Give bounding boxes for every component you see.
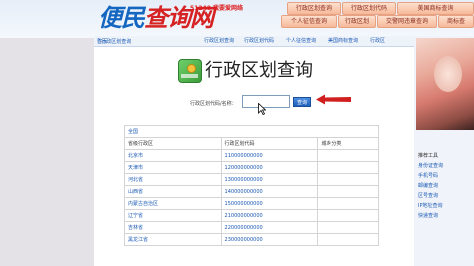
mouse-cursor-icon — [258, 103, 266, 115]
nav-tab-division[interactable]: 行政区划 — [338, 15, 376, 28]
nav-tab-traffic-violation[interactable]: 交警网违章查询 — [377, 15, 437, 28]
division-code-link[interactable]: 140000000000 — [220, 185, 319, 198]
logo-prefix: 便民 — [98, 3, 145, 32]
nav-tab-credit-query[interactable]: 个人征信查询 — [281, 15, 337, 28]
rural-type — [317, 173, 379, 186]
quick-link-credit-query[interactable]: 个人征信查询 — [286, 37, 316, 44]
province-link[interactable]: 河北省 — [124, 173, 222, 186]
rural-type — [317, 185, 379, 198]
top-nav: 行政区划查询 行政区划代码 美国商标查询 个人征信查询 行政区划 交警网违章查询… — [278, 0, 474, 38]
sidebar-link[interactable]: IP地址查询 — [418, 202, 443, 209]
division-code-link[interactable]: 230000000000 — [220, 233, 319, 246]
sidebar-link[interactable]: 区号查询 — [418, 192, 438, 199]
sidebar-link[interactable]: 身份证查询 — [418, 162, 443, 169]
main-content: 行政区划查询 行政区划代码/名称： 查询 全国 省级行政区 行政区划代码 城乡分… — [94, 47, 414, 266]
rural-type — [317, 221, 379, 234]
table-row: 北京市 110000000000 — [124, 149, 379, 162]
ad-photo-face — [434, 56, 462, 92]
rural-type — [317, 209, 379, 222]
sidebar-link[interactable]: 快递查询 — [418, 212, 438, 219]
division-table: 全国 省级行政区 行政区划代码 城乡分类 北京市 110000000000 天津… — [124, 125, 379, 246]
map-icon — [178, 59, 202, 83]
col-header-province: 省级行政区 — [124, 137, 222, 150]
col-header-type: 城乡分类 — [317, 137, 379, 150]
province-link[interactable]: 辽宁省 — [124, 209, 222, 222]
quick-link-division-code[interactable]: 行政区划代码 — [244, 37, 274, 44]
site-logo[interactable]: 便民查询网 51240 我要爱网络 — [98, 2, 268, 34]
province-link[interactable]: 黑龙江省 — [124, 233, 222, 246]
search-input[interactable] — [242, 95, 290, 108]
province-link[interactable]: 内蒙古自治区 — [124, 197, 222, 210]
table-row: 河北省 130000000000 — [124, 173, 379, 186]
division-code-link[interactable]: 210000000000 — [220, 209, 319, 222]
rural-type — [317, 149, 379, 162]
sidebar-link[interactable]: 手机号码 — [418, 172, 438, 179]
province-link[interactable]: 北京市 — [124, 149, 222, 162]
quick-link-division-query[interactable]: 行政区划查询 — [204, 37, 234, 44]
division-code-link[interactable]: 150000000000 — [220, 197, 319, 210]
sidebar-title: 推荐工具 — [418, 153, 439, 159]
division-code-link[interactable]: 220000000000 — [220, 221, 319, 234]
table-row: 吉林省 220000000000 — [124, 221, 379, 234]
nav-tab-division-code[interactable]: 行政区划代码 — [342, 2, 396, 15]
table-row: 辽宁省 210000000000 — [124, 209, 379, 222]
sidebar-link[interactable]: 邮编查询 — [418, 182, 438, 189]
rural-type — [317, 233, 379, 246]
search-button[interactable]: 查询 — [293, 97, 311, 107]
red-arrow-annotation — [316, 94, 351, 105]
map-pin-icon — [187, 64, 196, 73]
table-header-row: 省级行政区 行政区划代码 城乡分类 — [124, 137, 379, 150]
breadcrumb-trail: 首页 > 行政区划查询 — [97, 37, 132, 45]
table-row: 内蒙古自治区 150000000000 — [124, 197, 379, 210]
breadcrumb: 首页 > 行政区划查询 行政区划查询 行政区划代码 个人征信查询 美国商标查询 … — [94, 36, 414, 47]
table-row: 天津市 120000000000 — [124, 161, 379, 174]
table-row: 山西省 140000000000 — [124, 185, 379, 198]
province-link[interactable]: 山西省 — [124, 185, 222, 198]
ad-photo[interactable] — [416, 38, 474, 130]
table-row: 黑龙江省 230000000000 — [124, 233, 379, 246]
division-code-link[interactable]: 110000000000 — [220, 149, 319, 162]
quick-link-us-trademark[interactable]: 美国商标查询 — [328, 37, 358, 44]
division-code-link[interactable]: 120000000000 — [220, 161, 319, 174]
col-header-code: 行政区划代码 — [220, 137, 319, 150]
logo-slogan: 51240 我要爱网络 — [190, 5, 243, 12]
nav-tab-division-query[interactable]: 行政区划查询 — [287, 2, 341, 15]
national-link[interactable]: 全国 — [124, 125, 379, 138]
province-link[interactable]: 天津市 — [124, 161, 222, 174]
map-icon-stripe — [181, 74, 198, 78]
quick-link-division[interactable]: 行政区 — [370, 37, 385, 44]
province-link[interactable]: 吉林省 — [124, 221, 222, 234]
nav-tab-us-trademark[interactable]: 美国商标查询 — [397, 2, 474, 15]
rural-type — [317, 197, 379, 210]
rural-type — [317, 161, 379, 174]
breadcrumb-current[interactable]: 行政区划查询 — [101, 38, 131, 45]
search-label: 行政区划代码/名称： — [190, 101, 237, 107]
site-header: 便民查询网 51240 我要爱网络 行政区划查询 行政区划代码 美国商标查询 个… — [0, 0, 474, 38]
page-title: 行政区划查询 — [205, 60, 313, 81]
table-top-row: 全国 — [124, 125, 379, 138]
division-code-link[interactable]: 130000000000 — [220, 173, 319, 186]
nav-tab-trademark[interactable]: 商标查 — [438, 15, 474, 28]
